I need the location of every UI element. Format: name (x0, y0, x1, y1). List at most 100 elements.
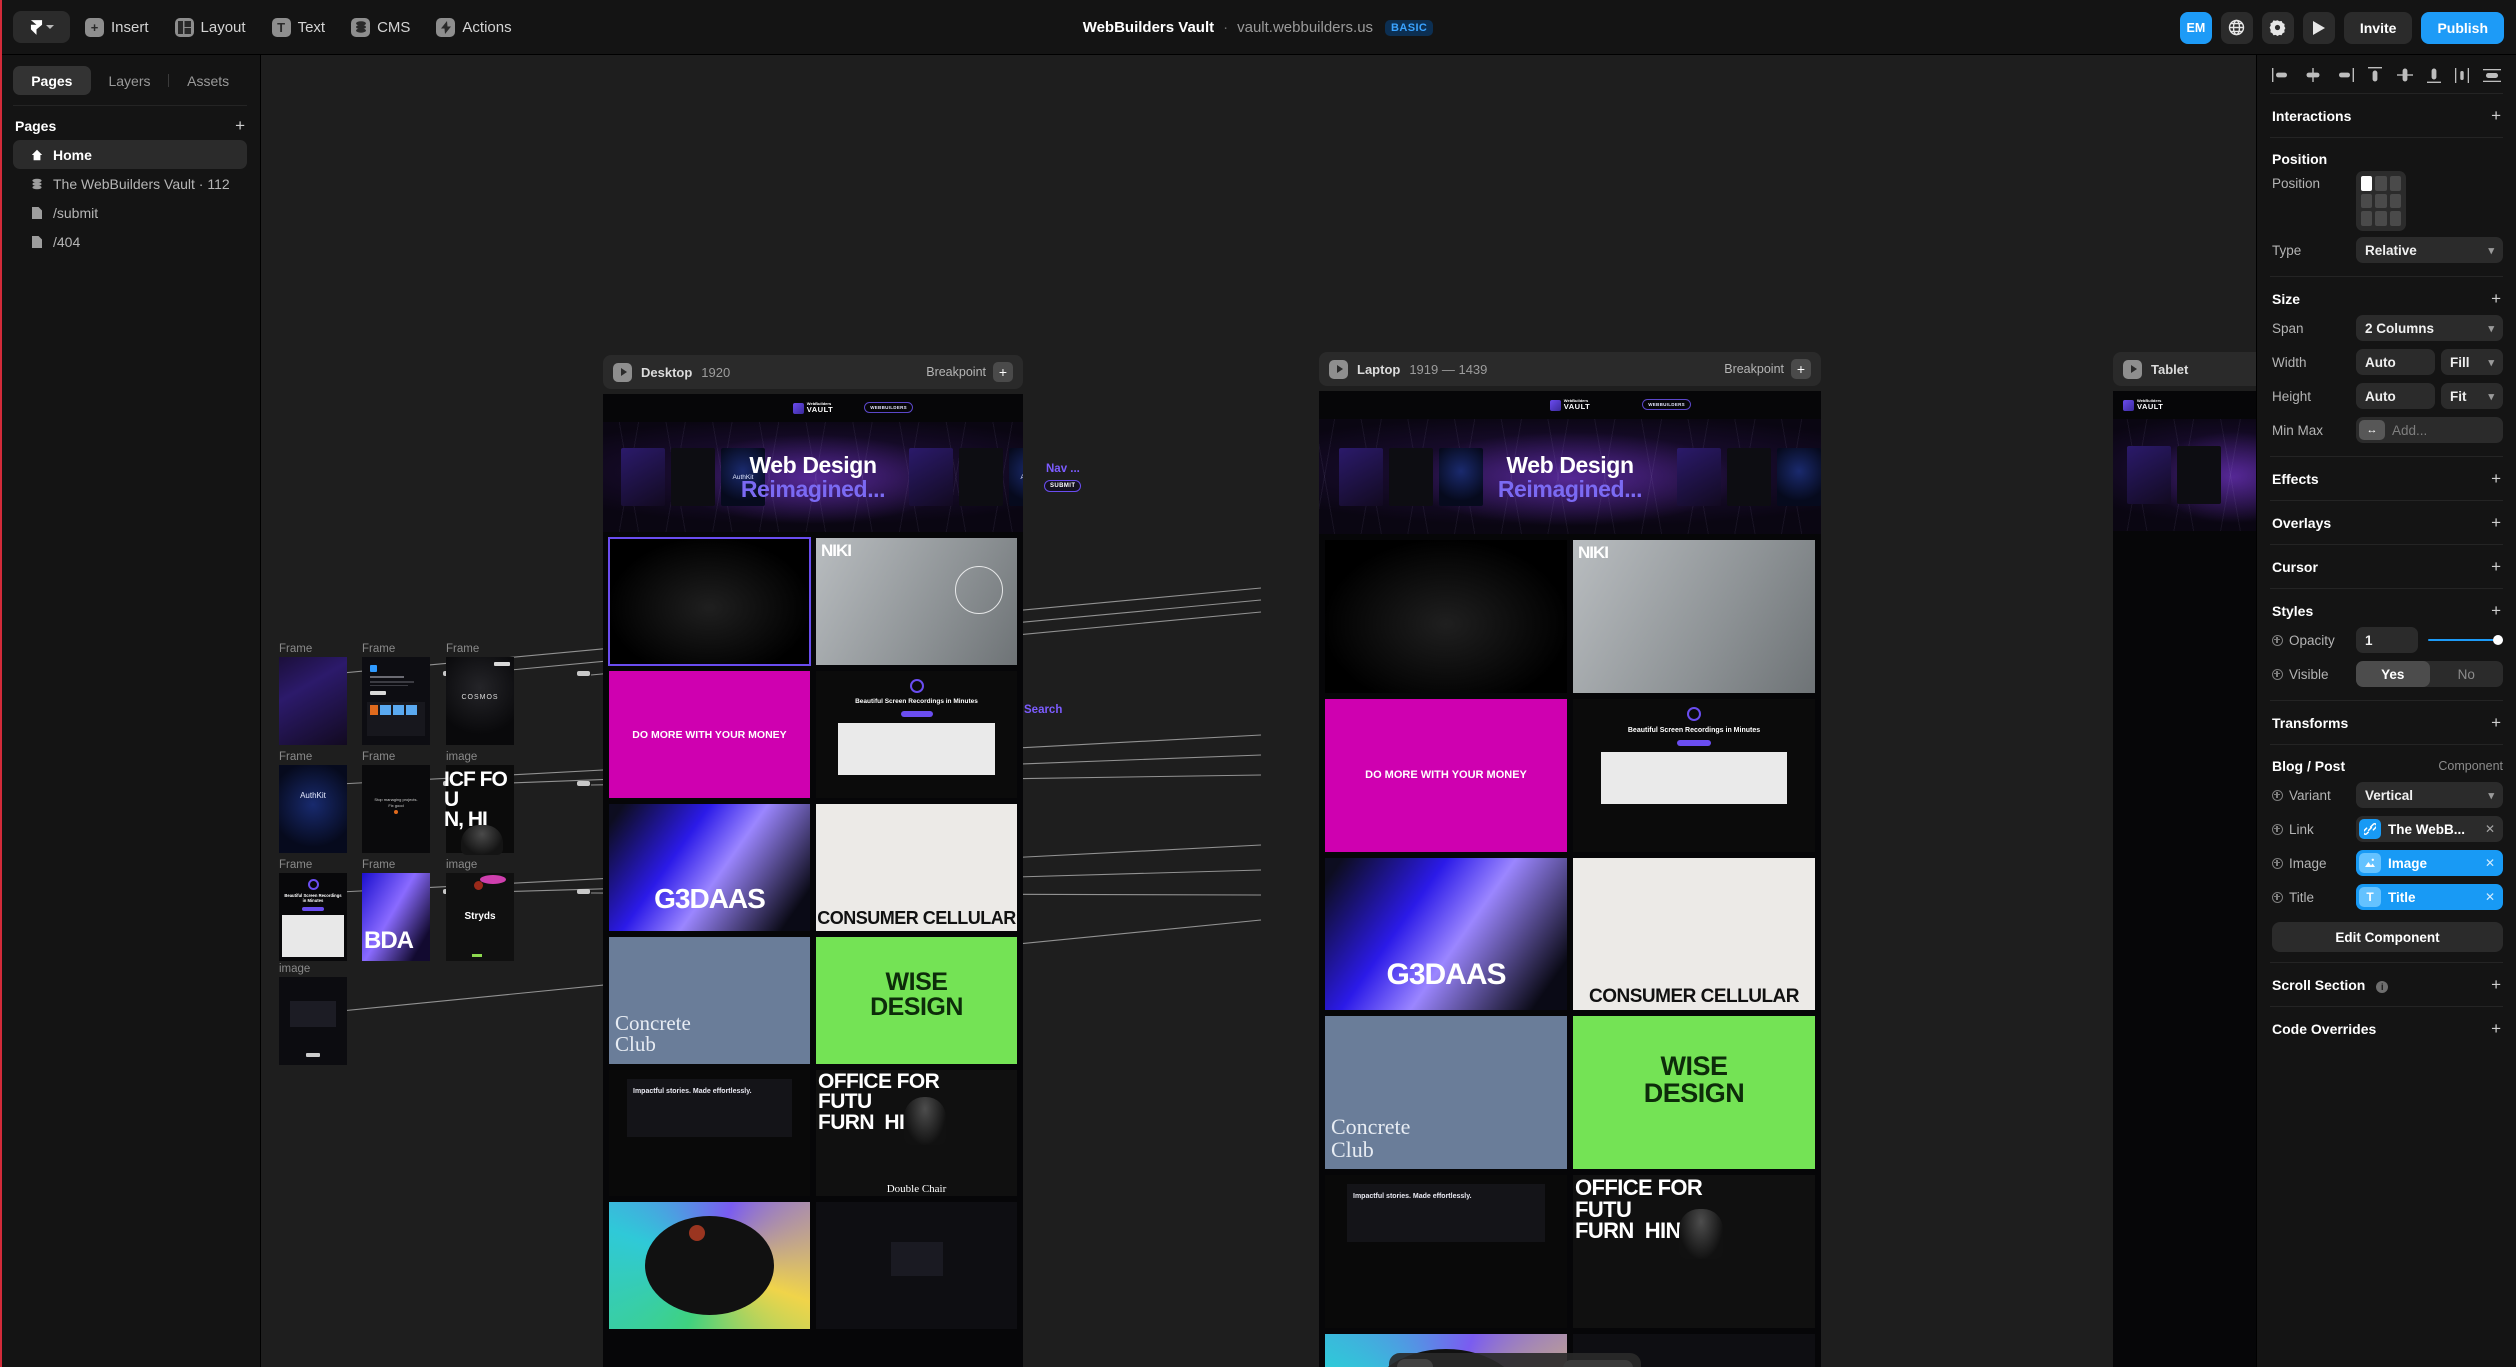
minmax-input[interactable]: ↔ Add... (2356, 417, 2503, 443)
opacity-input[interactable]: 1 (2356, 627, 2418, 653)
card-office[interactable]: OFFICE FOR FUTU FURN HING Double Chair (816, 1069, 1017, 1197)
add-variable-icon[interactable] (2272, 891, 2283, 903)
breakpoint-laptop-body[interactable]: WebBuilders VAULT WEBBUILDERS Web Design… (1319, 391, 1821, 1367)
breakpoint-desktop[interactable]: Desktop 1920 Breakpoint + WebBuilders VAU… (603, 355, 1023, 1367)
menu-cms[interactable]: CMS (340, 11, 421, 43)
publish-button[interactable]: Publish (2421, 11, 2504, 44)
canvas-label-frame-5[interactable]: Frame (362, 751, 395, 763)
card-recordings[interactable]: Beautiful Screen Recordings in Minutes (816, 670, 1017, 798)
position-cell-top-left[interactable] (2361, 176, 2373, 191)
position-type-select[interactable]: Relative ▾ (2356, 237, 2503, 263)
visible-no[interactable]: No (2430, 661, 2504, 687)
play-icon[interactable] (2302, 11, 2335, 44)
section-code-overrides[interactable]: Code Overrides + (2257, 1007, 2516, 1050)
canvas-thumb-frame-1[interactable] (279, 657, 347, 745)
sidebar-item-vault-collection[interactable]: The WebBuilders Vault · 112 (13, 169, 247, 198)
visible-yes[interactable]: Yes (2356, 661, 2430, 687)
framer-logo-button[interactable] (13, 11, 70, 43)
sidebar-item-submit[interactable]: /submit (13, 198, 247, 227)
opacity-slider[interactable] (2428, 627, 2503, 653)
card-phone[interactable] (816, 1202, 1017, 1330)
hand-icon[interactable] (1437, 1359, 1473, 1367)
breakpoint-tablet-body[interactable]: WebBuilders VAULT (2113, 391, 2256, 1367)
play-icon[interactable] (613, 362, 632, 382)
image-token[interactable]: Image ✕ (2356, 850, 2503, 876)
card-g3daas[interactable]: G3DAAS (609, 803, 810, 931)
position-cell-top-right[interactable] (2389, 176, 2401, 191)
position-grid[interactable] (2356, 171, 2406, 231)
tab-layers[interactable]: Layers (91, 66, 169, 95)
cursor-icon[interactable] (1397, 1359, 1433, 1367)
add-effect-button[interactable]: + (2489, 470, 2503, 487)
avatar[interactable]: EM (2179, 11, 2212, 44)
canvas-thumb-frame-7[interactable]: BDA (362, 873, 430, 961)
title-token[interactable]: T Title ✕ (2356, 884, 2503, 910)
invite-button[interactable]: Invite (2343, 11, 2413, 44)
position-cell-mid-left[interactable] (2361, 193, 2373, 209)
canvas-label-image-3[interactable]: image (279, 963, 310, 975)
breakpoint-desktop-body[interactable]: WebBuildersVAULT WEBBUILDERS AuthKit Aut… (603, 394, 1023, 1367)
position-cell-bottom-right[interactable] (2389, 211, 2401, 226)
canvas-label-frame-1[interactable]: Frame (279, 643, 312, 655)
distribute-horizontal-icon[interactable] (2482, 68, 2501, 82)
menu-insert[interactable]: + Insert (74, 11, 160, 43)
canvas-toolbar[interactable]: 35% ▾ (1389, 1353, 1641, 1367)
canvas-thumb-image-3[interactable] (279, 977, 347, 1065)
height-mode-select[interactable]: Fit ▾ (2441, 383, 2503, 409)
opacity-slider-knob[interactable] (2493, 635, 2503, 645)
section-scroll[interactable]: Scroll Section i + (2257, 963, 2516, 1006)
position-cell-mid-right[interactable] (2389, 193, 2401, 209)
card-impactful[interactable]: Impactful stories. Made effortlessly. (609, 1069, 810, 1197)
add-breakpoint-button[interactable]: + (993, 362, 1013, 382)
canvas-label-image-2[interactable]: image (446, 859, 477, 871)
add-scroll-section-button[interactable]: + (2489, 976, 2503, 993)
add-page-button[interactable]: + (233, 117, 247, 134)
align-center-vertical-icon[interactable] (2396, 67, 2413, 83)
card-money[interactable]: DO MORE WITH YOUR MONEY (1325, 698, 1567, 852)
tab-pages[interactable]: Pages (13, 66, 91, 95)
card-niki[interactable]: NIKI (816, 538, 1017, 665)
add-interaction-button[interactable]: + (2489, 107, 2503, 124)
width-input[interactable]: Auto (2356, 349, 2435, 375)
breakpoint-laptop[interactable]: Laptop 1919 — 1439 Breakpoint + WebBuild… (1319, 352, 1821, 1367)
add-cursor-button[interactable]: + (2489, 558, 2503, 575)
gear-icon[interactable] (2261, 11, 2294, 44)
visible-toggle[interactable]: Yes No (2356, 661, 2503, 687)
card-money[interactable]: DO MORE WITH YOUR MONEY (609, 670, 810, 798)
zoom-control[interactable]: 35% ▾ (1563, 1360, 1633, 1367)
play-icon[interactable] (2123, 359, 2142, 379)
position-cell-bottom-center[interactable] (2375, 211, 2387, 226)
edit-component-button[interactable]: Edit Component (2272, 922, 2503, 952)
add-variable-icon[interactable] (2272, 789, 2283, 801)
canvas-label-nav[interactable]: Nav ... (1046, 463, 1080, 475)
card-concrete[interactable]: Concrete Club (609, 936, 810, 1064)
card-knit[interactable] (608, 537, 811, 666)
section-cursor[interactable]: Cursor + (2257, 545, 2516, 588)
link-token[interactable]: The WebB... ✕ (2356, 816, 2503, 842)
card-knit[interactable] (1325, 540, 1567, 693)
breakpoint-laptop-bar[interactable]: Laptop 1919 — 1439 Breakpoint + (1319, 352, 1821, 386)
add-variable-icon[interactable] (2272, 857, 2283, 869)
card-recordings[interactable]: Beautiful Screen Recordings in Minutes (1573, 698, 1815, 852)
canvas-label-frame-2[interactable]: Frame (362, 643, 395, 655)
card-wise[interactable]: WISE DESIGN (1573, 1016, 1815, 1169)
menu-text[interactable]: T Text (261, 11, 337, 43)
close-icon[interactable]: ✕ (2485, 890, 2500, 904)
menu-actions[interactable]: Actions (425, 11, 522, 43)
canvas-label-frame-7[interactable]: Frame (362, 859, 395, 871)
add-style-button[interactable]: + (2489, 602, 2503, 619)
canvas-thumb-frame-2[interactable] (362, 657, 430, 745)
add-code-override-button[interactable]: + (2489, 1020, 2503, 1037)
card-office[interactable]: OFFICE FOR FUTU FURN HING (1573, 1175, 1815, 1328)
breakpoint-tablet[interactable]: Tablet WebBuilders VAULT (2113, 352, 2256, 1367)
card-rainbow[interactable] (609, 1202, 810, 1330)
close-icon[interactable]: ✕ (2485, 822, 2500, 836)
canvas-label-frame-3[interactable]: Frame (446, 643, 479, 655)
add-breakpoint-button[interactable]: + (1791, 359, 1811, 379)
menu-layout[interactable]: Layout (164, 11, 257, 43)
canvas-label-frame-6[interactable]: Frame (279, 859, 312, 871)
canvas-thumb-frame-3[interactable]: COSMOS (446, 657, 514, 745)
card-impactful[interactable]: Impactful stories. Made effortlessly. (1325, 1175, 1567, 1328)
section-overlays[interactable]: Overlays + (2257, 501, 2516, 544)
position-cell-mid-center[interactable] (2375, 193, 2387, 209)
